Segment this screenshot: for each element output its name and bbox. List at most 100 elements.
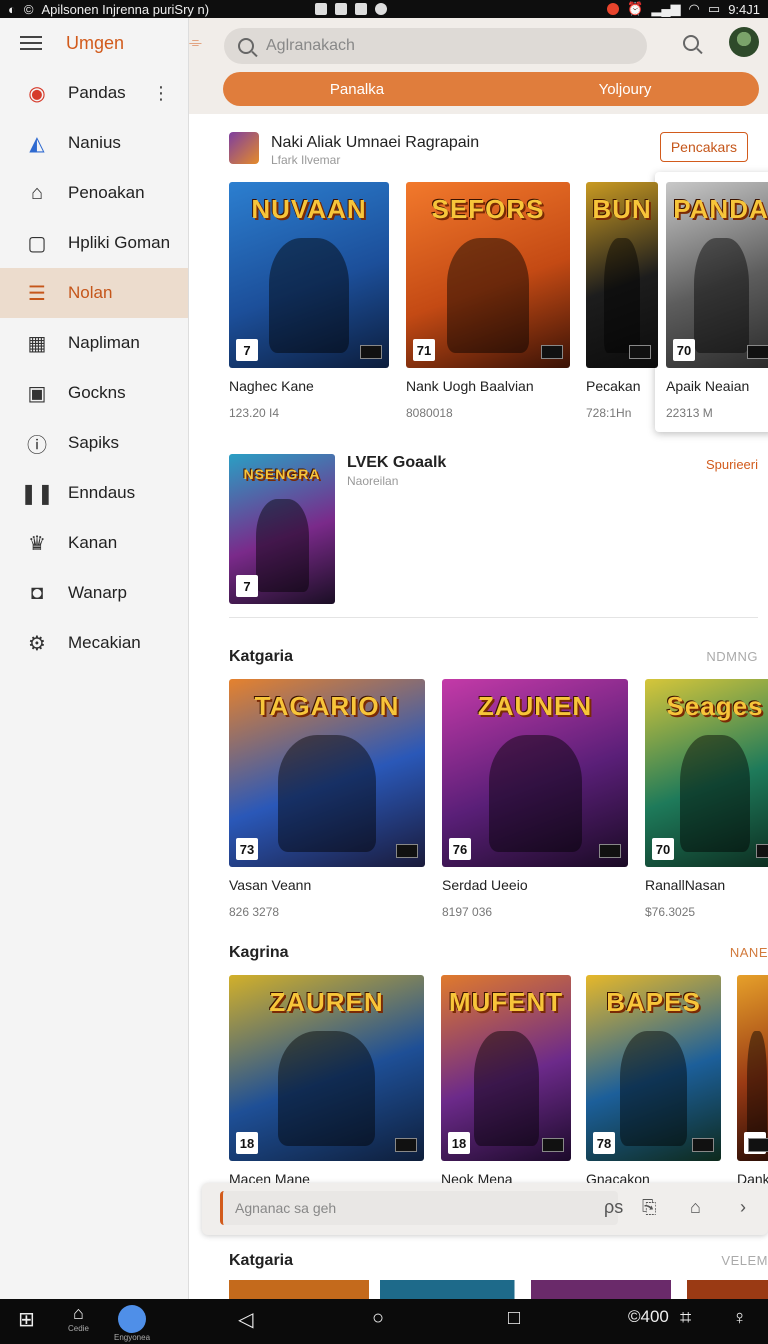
age-rating-badge: 76 bbox=[449, 838, 471, 860]
age-rating-badge: 18 bbox=[236, 1132, 258, 1154]
cover-figure bbox=[447, 237, 529, 354]
sidebar-item-8[interactable]: ❚❚ Enndaus bbox=[0, 468, 188, 518]
publisher-logo-icon bbox=[692, 1138, 714, 1152]
publisher-logo-icon bbox=[599, 844, 621, 858]
search-placeholder: Aglranakach bbox=[266, 37, 355, 54]
wifi-icon: ◠ bbox=[688, 1, 700, 16]
home-nav-button[interactable]: ⌂ Cedie bbox=[68, 1303, 89, 1333]
cover-title: MUFENT bbox=[448, 987, 564, 1017]
section-title: Katgaria bbox=[229, 1252, 294, 1269]
back-icon[interactable]: ◁ bbox=[238, 1307, 253, 1332]
cover-figure bbox=[693, 237, 749, 354]
sidebar-item-label: Gockns bbox=[68, 383, 126, 402]
game-cover: BAPES 78 bbox=[586, 975, 721, 1161]
age-rating-badge: 18 bbox=[448, 1132, 470, 1154]
cover-figure bbox=[488, 735, 582, 852]
sidebar-item-1[interactable]: ◭ Nanius bbox=[0, 118, 188, 168]
main-content: Naki Aliak Umnaei Ragrapain Lfark Ilvema… bbox=[189, 114, 768, 1299]
home-icon[interactable]: ⌂ bbox=[690, 1197, 701, 1218]
featured-action-button[interactable]: Pencakars bbox=[659, 132, 748, 162]
cover-figure bbox=[604, 237, 640, 354]
assistant-label: Engyonea bbox=[114, 1333, 151, 1342]
menu-icon[interactable] bbox=[20, 36, 42, 50]
sidebar-item-10[interactable]: ◘ Wanarp bbox=[0, 568, 188, 618]
game-cover: NSENGRA 7 bbox=[229, 454, 335, 604]
section-link[interactable]: VELEM bbox=[721, 1253, 768, 1268]
sidebar-item-5[interactable]: ▦ Napliman bbox=[0, 318, 188, 368]
sidebar-item-9[interactable]: ♛ Kanan bbox=[0, 518, 188, 568]
sidebar-item-11[interactable]: ⚙ Mecakian bbox=[0, 618, 188, 668]
cover-title: ZAUREN bbox=[269, 987, 384, 1017]
publisher-logo-icon bbox=[747, 345, 768, 359]
age-rating-badge: 70 bbox=[673, 339, 695, 361]
game-card[interactable]: BUN Pecakan 728:1Hn bbox=[586, 182, 658, 428]
cover-title: PANDA bbox=[673, 194, 768, 224]
game-card[interactable]: NUVAAN 7 Naghec Kane 123.20 I4 bbox=[229, 182, 389, 428]
publisher-logo-icon bbox=[542, 1138, 564, 1152]
cover-figure bbox=[619, 1030, 688, 1147]
cover-figure bbox=[277, 1030, 376, 1147]
home-circle-icon[interactable]: ○ bbox=[372, 1307, 384, 1330]
sidebar-item-label: Penoakan bbox=[68, 183, 145, 202]
section-preview-strip bbox=[229, 1280, 768, 1299]
sidebar-item-4[interactable]: ☰ Nolan bbox=[0, 268, 188, 318]
sidebar-header: Umgen bbox=[0, 18, 188, 68]
cover-title: BAPES bbox=[606, 987, 701, 1017]
game-cover: MUFENT 18 bbox=[441, 975, 571, 1161]
game-card[interactable]: TAGARION 73 Vasan Veann 826 3278 bbox=[229, 679, 425, 927]
tab-yoljoury[interactable]: Yoljoury bbox=[491, 72, 759, 106]
more-vertical-icon[interactable]: ⋮ bbox=[152, 83, 170, 104]
collapse-sidebar-icon[interactable]: ⌯ bbox=[189, 34, 202, 52]
recents-icon[interactable]: □ bbox=[508, 1307, 520, 1330]
sidebar-item-3[interactable]: ▢ Hpliki Goman bbox=[0, 218, 188, 268]
chevron-right-icon[interactable]: › bbox=[740, 1197, 746, 1218]
windows-icon[interactable]: ⊞ bbox=[18, 1307, 35, 1332]
section-link[interactable]: NANE bbox=[730, 945, 768, 960]
game-meta: 728:1Hn bbox=[586, 406, 632, 420]
status-icon: ◐ bbox=[8, 1, 16, 17]
sidebar-item-2[interactable]: ⌂ Penoakan bbox=[0, 168, 188, 218]
age-rating-badge: 71 bbox=[413, 339, 435, 361]
sidebar-item-7[interactable]: ⓘ Sapiks bbox=[0, 418, 188, 468]
translate-icon[interactable]: ρs bbox=[604, 1197, 623, 1218]
divider bbox=[229, 617, 758, 618]
game-meta: 8080018 bbox=[406, 406, 453, 420]
game-cover: TAGARION 73 bbox=[229, 679, 425, 867]
game-card[interactable]: Seages 70 RanallNasan $76.3025 bbox=[645, 679, 768, 927]
game-cover: NUVAAN 7 bbox=[229, 182, 389, 368]
compass-icon: ◭ bbox=[29, 132, 45, 155]
search-input[interactable]: Aglranakach bbox=[224, 28, 647, 64]
game-meta: 826 3278 bbox=[229, 905, 280, 919]
accessibility-icon[interactable]: ♀ bbox=[732, 1307, 747, 1330]
clipboard-icon[interactable]: ⎘ bbox=[642, 1197, 656, 1218]
home-nav-label: Cedie bbox=[68, 1324, 89, 1333]
game-name: RanallNasan bbox=[645, 877, 726, 893]
sidebar-item-label: Pandas bbox=[68, 83, 126, 102]
section-title: Kagrina bbox=[229, 944, 289, 961]
game-card[interactable]: ZAUNEN 76 Serdad Ueeio 8197 036 bbox=[442, 679, 628, 927]
sidebar-item-6[interactable]: ▣ Gockns bbox=[0, 368, 188, 418]
sidebar-item-label: Hpliki Goman bbox=[68, 233, 171, 252]
search-button-icon[interactable] bbox=[683, 35, 699, 51]
game-card[interactable]: SEFORS 71 Nank Uogh Baalvian 8080018 bbox=[406, 182, 570, 428]
battery-icon: ▭ bbox=[707, 1, 721, 16]
game-name: Apaik Neaian bbox=[666, 378, 750, 394]
game-cover: SEFORS 71 bbox=[406, 182, 570, 368]
lvek-link[interactable]: Spurieeri bbox=[706, 457, 758, 472]
section-link[interactable]: NDMNG bbox=[706, 649, 758, 664]
sidebar-item-0[interactable]: ◉ Pandas ⋮ bbox=[0, 68, 188, 118]
publisher-logo-icon bbox=[756, 844, 768, 858]
tab-panalka[interactable]: Panalka bbox=[223, 72, 491, 106]
lvek-card[interactable]: NSENGRA 7 bbox=[229, 454, 335, 604]
search-icon bbox=[238, 38, 254, 54]
image-icon: ▣ bbox=[27, 382, 47, 405]
cover-title: NUVAAN bbox=[251, 194, 367, 224]
game-card[interactable]: PANDA 70 Apaik Neaian 22313 M bbox=[666, 182, 768, 428]
game-cover: ZAUREN 18 bbox=[229, 975, 424, 1161]
assistant-mic-icon[interactable] bbox=[118, 1305, 146, 1333]
game-cover: ZAUNEN 76 bbox=[442, 679, 628, 867]
qr-icon[interactable]: ⌗ bbox=[680, 1307, 691, 1330]
bottom-search-input[interactable]: Agnanac sa geh bbox=[220, 1191, 618, 1225]
avatar[interactable] bbox=[729, 27, 759, 57]
list-icon: ☰ bbox=[28, 282, 46, 305]
